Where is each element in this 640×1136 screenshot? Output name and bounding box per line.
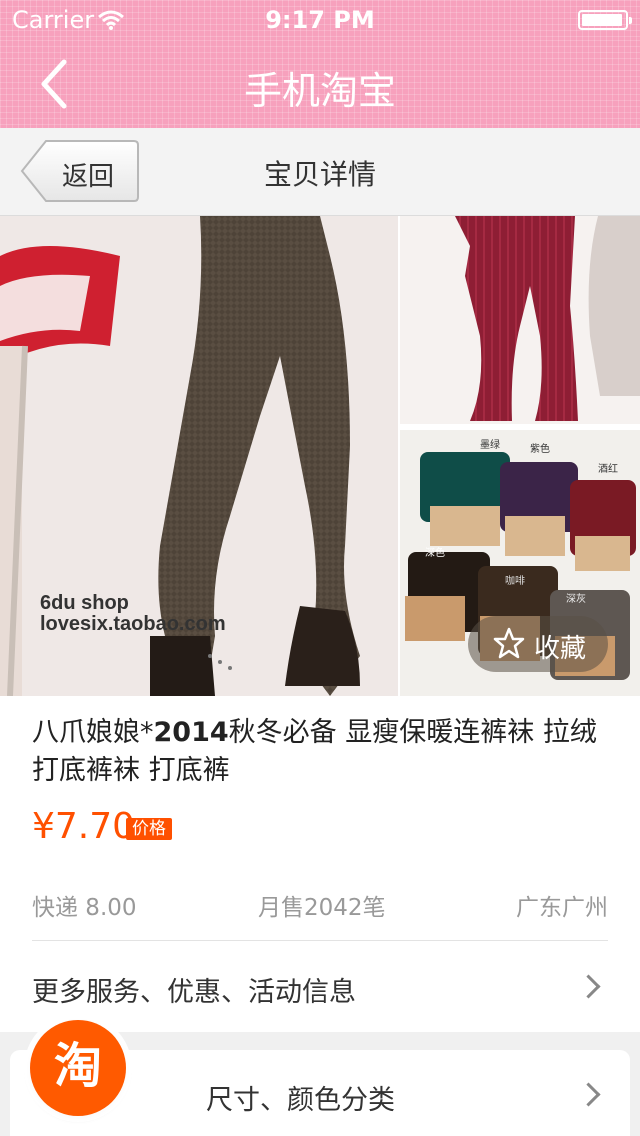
nav-bar: 手机淘宝	[0, 40, 640, 128]
page-title: 宝贝详情	[263, 158, 376, 191]
services-row[interactable]: 更多服务、优惠、活动信息	[0, 942, 640, 1030]
product-price: ¥7.70	[32, 806, 136, 847]
nav-title: 手机淘宝	[243, 69, 396, 113]
watermark-line-2: lovesix.taobao.com	[40, 613, 226, 635]
swatch-label: 咖啡	[505, 575, 525, 587]
status-bar: Carrier 9:17 PM	[0, 0, 640, 40]
product-title-year: 2014	[153, 717, 229, 748]
watermark-line-1: 6du shop	[40, 592, 129, 614]
price-tag-badge: 价格	[126, 818, 172, 840]
swatch-label: 紫色	[530, 442, 550, 455]
star-outline-icon	[492, 626, 526, 664]
services-row-label: 更多服务、优惠、活动信息	[32, 977, 356, 1008]
chevron-right-icon	[576, 1082, 601, 1107]
shipping-fee: 快递 8.00	[32, 895, 137, 921]
taobao-logo-icon[interactable]: 淘	[30, 1020, 126, 1116]
product-title: 八爪娘娘*2014秋冬必备 显瘦保暖连裤袜 拉绒打底裤袜 打底裤	[32, 714, 612, 790]
product-title-prefix: 八爪娘娘*	[32, 717, 154, 748]
battery-icon	[578, 10, 632, 30]
status-time: 9:17 PM	[265, 6, 375, 34]
swatch-label: 酒红	[598, 462, 618, 475]
swatch-label: 墨绿	[480, 438, 500, 451]
swatch-label: 深灰	[566, 592, 586, 605]
seller-location: 广东广州	[516, 895, 608, 921]
monthly-sales: 月售2042笔	[258, 895, 386, 921]
chevron-right-icon	[576, 974, 601, 999]
swatch-label: 深色	[425, 546, 445, 559]
options-row-label: 尺寸、颜色分类	[206, 1085, 395, 1116]
divider	[32, 940, 608, 941]
favorite-button[interactable]: 收藏	[468, 616, 608, 672]
favorite-label: 收藏	[534, 634, 587, 664]
